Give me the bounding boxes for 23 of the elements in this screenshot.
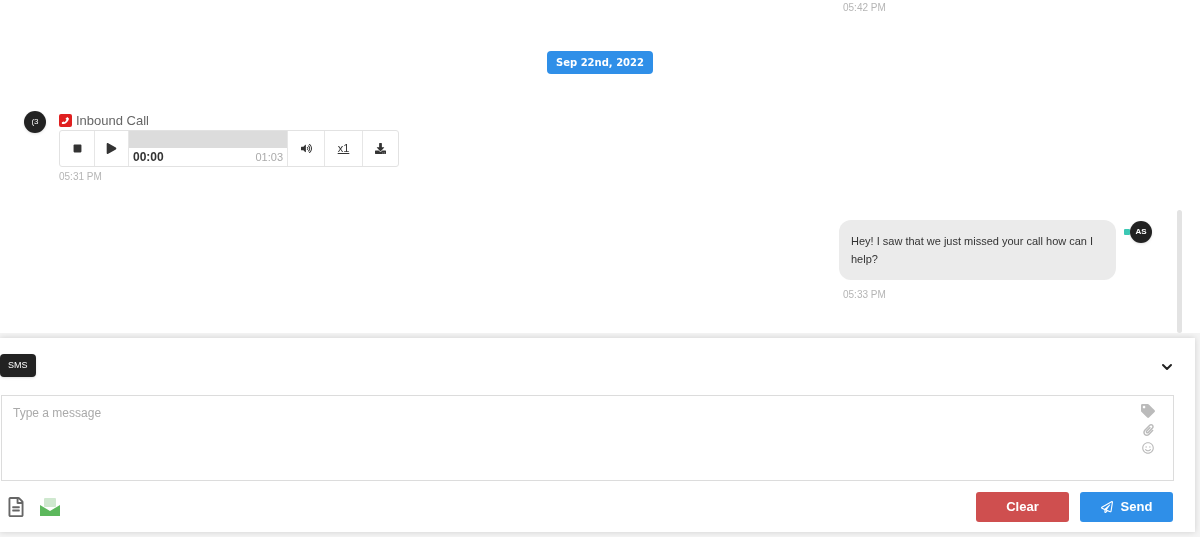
download-icon (375, 143, 386, 154)
duration: 01:03 (255, 149, 283, 165)
sms-indicator-icon (1124, 229, 1130, 235)
progress-track[interactable] (129, 131, 287, 148)
message-bubble: Hey! I saw that we just missed your call how can I help? (839, 220, 1116, 280)
message-time: 05:31 PM (59, 170, 103, 184)
call-title: Inbound Call (76, 111, 149, 130)
stop-icon (72, 144, 82, 153)
send-icon (1100, 500, 1113, 513)
volume-icon (300, 143, 312, 154)
agent-avatar: AS (1130, 221, 1152, 243)
scrollbar[interactable] (1177, 210, 1182, 333)
clear-button[interactable]: Clear (976, 491, 1069, 522)
document-icon[interactable] (8, 496, 24, 517)
speed-button[interactable]: x1 (325, 131, 363, 166)
user-avatar: (3 (24, 111, 46, 133)
date-pill: Sep 22nd, 2022 (547, 51, 653, 74)
play-icon (106, 143, 117, 154)
message-time: 05:42 PM (843, 2, 886, 13)
phone-icon (59, 114, 72, 127)
message-time: 05:33 PM (843, 288, 887, 302)
elapsed-time: 00:00 (133, 149, 164, 166)
channel-tag[interactable]: SMS (0, 353, 36, 378)
